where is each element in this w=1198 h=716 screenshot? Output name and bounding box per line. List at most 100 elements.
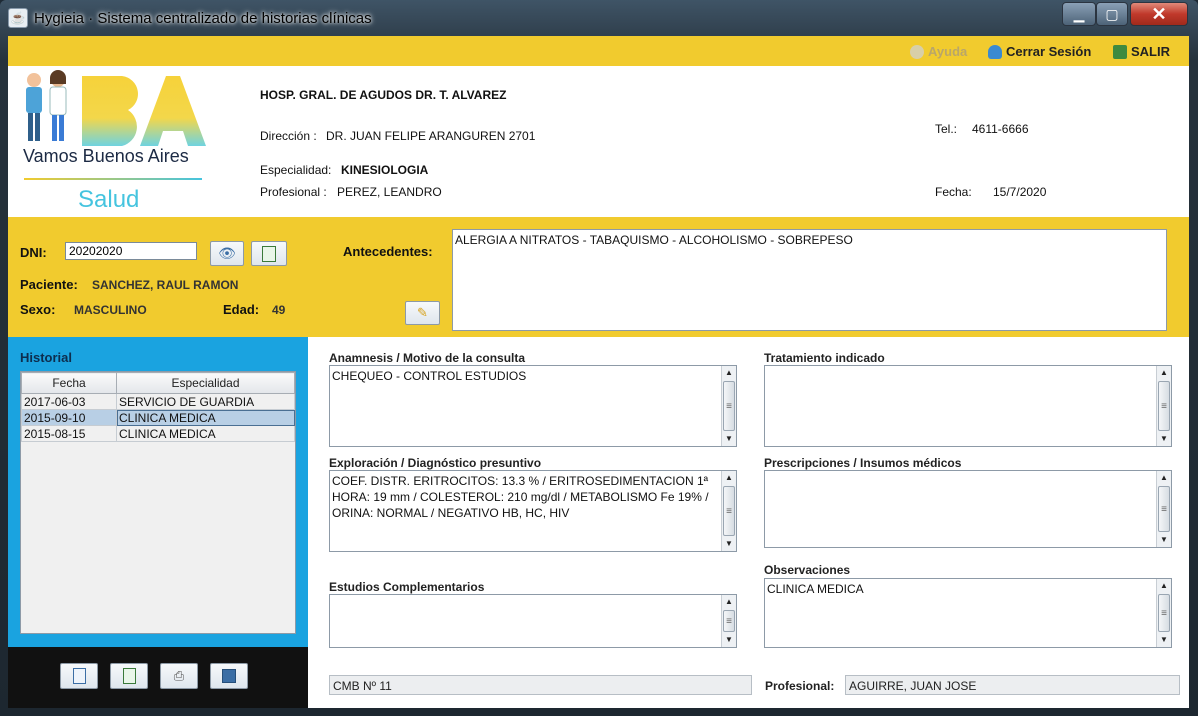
anamnesis-label: Anamnesis / Motivo de la consulta xyxy=(329,351,526,365)
cmb-field: CMB Nº 11 xyxy=(329,675,752,695)
observations-scrollbar[interactable]: ▲▼ xyxy=(1156,579,1171,647)
sex-label: Sexo: xyxy=(20,302,56,317)
anamnesis-textarea[interactable]: CHEQUEO - CONTROL ESTUDIOS ▲▼ xyxy=(329,365,737,447)
specialty-value: KINESIOLOGIA xyxy=(341,163,429,177)
dni-label: DNI: xyxy=(20,245,47,260)
bottom-professional-field: AGUIRRE, JUAN JOSE xyxy=(845,675,1180,695)
observations-text: CLINICA MEDICA xyxy=(767,582,864,596)
doctors-illustration-icon xyxy=(26,70,206,146)
scroll-thumb[interactable] xyxy=(1158,381,1170,431)
window-title: Hygieia · Sistema centralizado de histor… xyxy=(34,10,372,27)
professional-label: Profesional : xyxy=(260,185,327,199)
row-specialty: CLINICA MEDICA xyxy=(116,409,295,426)
user-icon xyxy=(988,44,1002,59)
prescriptions-textarea[interactable]: ▲▼ xyxy=(764,470,1172,548)
scroll-down-arrow-icon[interactable]: ▼ xyxy=(1157,533,1171,547)
studies-label: Estudios Complementarios xyxy=(329,580,485,594)
treatment-label: Tratamiento indicado xyxy=(764,351,885,365)
scroll-thumb[interactable] xyxy=(723,610,735,632)
actions-bar xyxy=(8,647,308,708)
treatment-scrollbar[interactable]: ▲▼ xyxy=(1156,366,1171,446)
print-button[interactable]: ⎙ xyxy=(160,663,198,689)
prescriptions-scrollbar[interactable]: ▲▼ xyxy=(1156,471,1171,547)
new-document-icon xyxy=(72,668,86,684)
address-value: DR. JUAN FELIPE ARANGUREN 2701 xyxy=(326,129,536,143)
exploration-label: Exploración / Diagnóstico presuntivo xyxy=(329,456,542,470)
scroll-down-arrow-icon[interactable]: ▼ xyxy=(722,537,736,551)
exit-link[interactable]: SALIR xyxy=(1113,44,1170,59)
scroll-down-arrow-icon[interactable]: ▼ xyxy=(722,432,736,446)
date-value: 15/7/2020 xyxy=(993,185,1047,199)
logo-divider xyxy=(24,178,202,180)
exploration-scrollbar[interactable]: ▲▼ xyxy=(721,471,736,551)
view-patient-button[interactable]: 👁 xyxy=(210,241,244,266)
scroll-thumb[interactable] xyxy=(723,381,735,431)
table-row-selected[interactable]: 2015-09-10 CLINICA MEDICA xyxy=(21,409,295,426)
date-label: Fecha: xyxy=(935,185,972,199)
save-button[interactable] xyxy=(210,663,248,689)
table-row[interactable]: 2015-08-15 CLINICA MEDICA xyxy=(21,425,295,442)
new-patient-button[interactable] xyxy=(251,241,287,266)
pencil-note-icon: ✎ xyxy=(417,305,428,320)
studies-scrollbar[interactable]: ▲▼ xyxy=(721,595,736,647)
close-button[interactable]: ✕ xyxy=(1130,2,1188,26)
scroll-up-arrow-icon[interactable]: ▲ xyxy=(722,366,736,380)
scroll-down-arrow-icon[interactable]: ▼ xyxy=(1157,432,1171,446)
exploration-text: COEF. DISTR. ERITROCITOS: 13.3 % / ERITR… xyxy=(332,474,709,520)
scroll-down-arrow-icon[interactable]: ▼ xyxy=(722,633,736,647)
scroll-up-arrow-icon[interactable]: ▲ xyxy=(722,471,736,485)
scroll-thumb[interactable] xyxy=(723,486,735,536)
history-table-container: Fecha Especialidad 2017-06-03 SERVICIO D… xyxy=(20,371,296,634)
tel-value: 4611-6666 xyxy=(972,122,1029,136)
edit-background-button[interactable]: ✎ xyxy=(405,301,440,325)
table-row[interactable]: 2017-06-03 SERVICIO DE GUARDIA xyxy=(21,393,295,410)
app-java-icon: ☕ xyxy=(8,8,28,28)
scroll-up-arrow-icon[interactable]: ▲ xyxy=(1157,579,1171,593)
background-textarea[interactable]: ALERGIA A NITRATOS - TABAQUISMO - ALCOHO… xyxy=(452,229,1167,331)
observations-label: Observaciones xyxy=(764,563,851,577)
maximize-button[interactable]: ▢ xyxy=(1096,2,1128,26)
treatment-textarea[interactable]: ▲▼ xyxy=(764,365,1172,447)
logo-subtitle: Salud xyxy=(78,186,140,213)
studies-textarea[interactable]: ▲▼ xyxy=(329,594,737,648)
sex-value: MASCULINO xyxy=(74,303,147,317)
floppy-disk-icon xyxy=(222,669,236,683)
logo-title: Vamos Buenos Aires xyxy=(23,146,189,166)
scroll-thumb[interactable] xyxy=(1158,594,1170,632)
new-record-button[interactable] xyxy=(60,663,98,689)
prescriptions-label: Prescripciones / Insumos médicos xyxy=(764,456,962,470)
column-header-specialty[interactable]: Especialidad xyxy=(116,372,295,394)
anamnesis-text: CHEQUEO - CONTROL ESTUDIOS xyxy=(332,369,527,383)
scroll-down-arrow-icon[interactable]: ▼ xyxy=(1157,633,1171,647)
column-header-date[interactable]: Fecha xyxy=(21,372,117,394)
printer-icon: ⎙ xyxy=(173,668,185,683)
add-document-icon xyxy=(262,245,276,262)
history-title: Historial xyxy=(20,350,73,365)
scroll-up-arrow-icon[interactable]: ▲ xyxy=(1157,471,1171,485)
hospital-name: HOSP. GRAL. DE AGUDOS DR. T. ALVAREZ xyxy=(260,88,507,102)
specialty-label: Especialidad: xyxy=(260,163,332,177)
row-date: 2015-09-10 xyxy=(21,409,117,426)
row-date: 2017-06-03 xyxy=(21,393,117,410)
export-record-button[interactable] xyxy=(110,663,148,689)
patient-label: Paciente: xyxy=(20,277,78,292)
app-content: Ayuda Cerrar Sesión SALIR Vamos Buenos A… xyxy=(8,36,1189,708)
anamnesis-scrollbar[interactable]: ▲▼ xyxy=(721,366,736,446)
age-label: Edad: xyxy=(223,302,260,317)
tel-label: Tel.: xyxy=(935,122,958,136)
scroll-thumb[interactable] xyxy=(1158,486,1170,532)
observations-textarea[interactable]: CLINICA MEDICA ▲▼ xyxy=(764,578,1172,648)
bottom-professional-label: Profesional: xyxy=(765,679,835,693)
dni-input[interactable]: 20202020 xyxy=(65,242,197,260)
exploration-textarea[interactable]: COEF. DISTR. ERITROCITOS: 13.3 % / ERITR… xyxy=(329,470,737,552)
scroll-up-arrow-icon[interactable]: ▲ xyxy=(722,595,736,609)
professional-value: PEREZ, LEANDRO xyxy=(337,185,442,199)
minimize-button[interactable]: ▁ xyxy=(1062,2,1096,26)
ba-salud-logo: Vamos Buenos Aires Salud xyxy=(22,70,207,215)
background-label: Antecedentes: xyxy=(343,244,433,259)
history-table: Fecha Especialidad 2017-06-03 SERVICIO D… xyxy=(21,372,295,442)
help-link[interactable]: Ayuda xyxy=(910,44,967,59)
scroll-up-arrow-icon[interactable]: ▲ xyxy=(1157,366,1171,380)
eye-icon: 👁 xyxy=(218,245,236,261)
logout-link[interactable]: Cerrar Sesión xyxy=(988,44,1091,59)
